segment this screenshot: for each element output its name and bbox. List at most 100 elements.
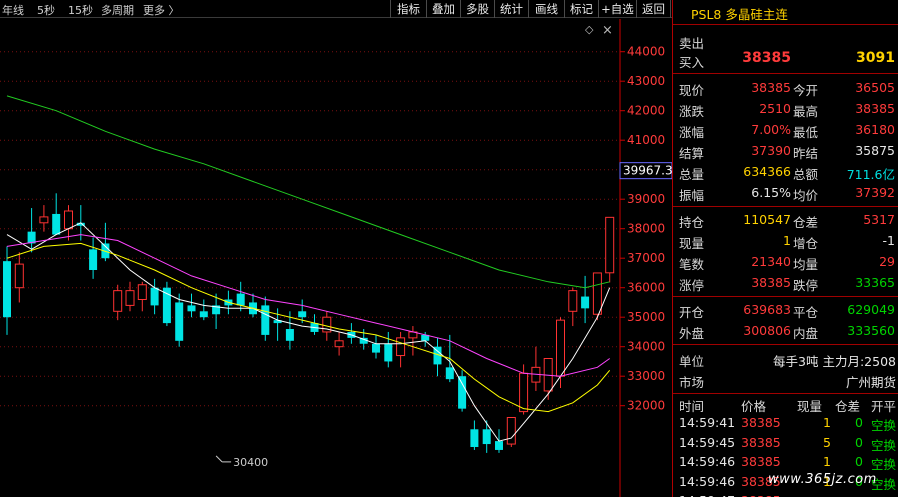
period-15s[interactable]: 15秒 [68, 2, 93, 18]
annotation-label: 30400 [233, 456, 268, 469]
stat-label: 开仓 [679, 305, 705, 320]
candle [14, 252, 24, 303]
candle-body [298, 311, 307, 318]
candle-body [592, 272, 602, 315]
period-more[interactable]: 更多 〉 [143, 2, 180, 18]
tick-row: 14:59:46 38385 1 0 空换 [679, 454, 897, 472]
candle [581, 275, 590, 324]
buy-label: 买入 [679, 55, 705, 70]
tick-row: 14:59:4738385 [673, 493, 898, 497]
price-tick-label: 39000 [627, 192, 665, 206]
stat-value: 37390 [751, 143, 791, 158]
candle [39, 205, 49, 232]
stat-label: 结算 [679, 146, 705, 161]
period-multi[interactable]: 多周期 [101, 2, 134, 18]
stat-value: 634366 [743, 164, 791, 179]
candle [162, 281, 171, 327]
statistics-button[interactable]: 统计 [494, 0, 528, 18]
divider [673, 206, 898, 207]
stat-value: 38385 [751, 275, 791, 290]
indicator-button[interactable]: 指标 [390, 0, 426, 18]
add-watchlist-button[interactable]: +自选 [598, 0, 636, 18]
svg-text:39967.3: 39967.3 [623, 164, 672, 178]
candle [347, 323, 356, 344]
unit-label: 单位 [679, 354, 705, 369]
candle [310, 314, 319, 335]
candle [27, 208, 36, 253]
candle [556, 317, 565, 388]
candle [372, 334, 380, 359]
close-icon[interactable]: × [602, 23, 613, 38]
candle [3, 246, 11, 335]
candle-body [199, 311, 208, 318]
stat-value: 21340 [751, 254, 791, 269]
back-button[interactable]: 返回 [636, 0, 671, 18]
price-tick-label: 33000 [627, 369, 665, 383]
candle [458, 370, 467, 412]
candle-body [470, 429, 479, 447]
candle-body [605, 216, 615, 274]
stat-value: 6.15% [751, 185, 791, 200]
period-year[interactable]: 年线 [2, 2, 24, 18]
stat-label: 现价 [679, 83, 705, 98]
candle [506, 417, 516, 447]
stat-value: 38385 [855, 101, 895, 116]
multi-stock-button[interactable]: 多股 [460, 0, 494, 18]
period-5s[interactable]: 5秒 [37, 2, 55, 18]
market-label: 市场 [679, 375, 705, 390]
candle-body [334, 340, 344, 348]
ticks-header: 时间 价格 现量 仓差 开平 [679, 399, 897, 414]
candle-body [581, 296, 590, 309]
candle-body [236, 293, 245, 306]
price-tick-label: 41000 [627, 133, 665, 147]
candle-body [495, 441, 503, 450]
stat-label: 最低 [793, 125, 819, 140]
candle-body [39, 216, 49, 224]
candle [64, 205, 73, 241]
candle-body [556, 319, 565, 377]
candle [605, 216, 615, 283]
candle-body [14, 263, 24, 289]
candle [531, 346, 541, 391]
diamond-icon[interactable]: ◇ [585, 23, 594, 36]
stat-label: 总额 [793, 167, 819, 182]
candle [125, 281, 135, 312]
unit-value: 每手3吨 主力月:2508 [773, 354, 896, 369]
overlay-button[interactable]: 叠加 [426, 0, 460, 18]
candle-body [384, 343, 393, 362]
mark-button[interactable]: 标记 [564, 0, 598, 18]
stat-value: 36180 [855, 122, 895, 137]
chart-toolbar: 年线 5秒 15秒 多周期 更多 〉 指标 叠加 多股 统计 画线 标记 +自选… [0, 0, 672, 18]
candle-body [125, 290, 135, 306]
min-annotation: 30400 [215, 455, 268, 469]
candle [482, 420, 491, 453]
candle [592, 272, 602, 321]
stat-value: 38385 [751, 80, 791, 95]
kline-chart[interactable]: 4400043000420004100040000390003800037000… [0, 19, 672, 497]
price-tick-label: 37000 [627, 251, 665, 265]
tick-row: 14:59:45 38385 5 0 空换 [679, 434, 897, 453]
candle-body [137, 284, 147, 300]
draw-line-button[interactable]: 画线 [528, 0, 564, 18]
stat-label: 外盘 [679, 326, 705, 341]
stat-value: 35875 [855, 143, 895, 158]
price-tick-label: 38000 [627, 222, 665, 236]
stat-value: 2510 [759, 101, 791, 116]
candlesticks [3, 193, 615, 453]
candle [396, 331, 406, 368]
stat-label: 昨结 [793, 146, 819, 161]
candle [433, 337, 442, 377]
stat-label: 增仓 [793, 236, 819, 251]
candle [89, 237, 98, 279]
price-tick-label: 43000 [627, 74, 665, 88]
candle [150, 278, 159, 315]
divider [673, 24, 898, 25]
sell-label: 卖出 [679, 36, 705, 51]
candle [384, 331, 393, 368]
stat-label: 涨幅 [679, 125, 705, 140]
stat-value: 711.6亿 [846, 167, 895, 182]
stat-label: 振幅 [679, 188, 705, 203]
candle-body [3, 261, 11, 318]
stat-value: 333560 [847, 323, 895, 338]
stat-label: 现量 [679, 236, 705, 251]
